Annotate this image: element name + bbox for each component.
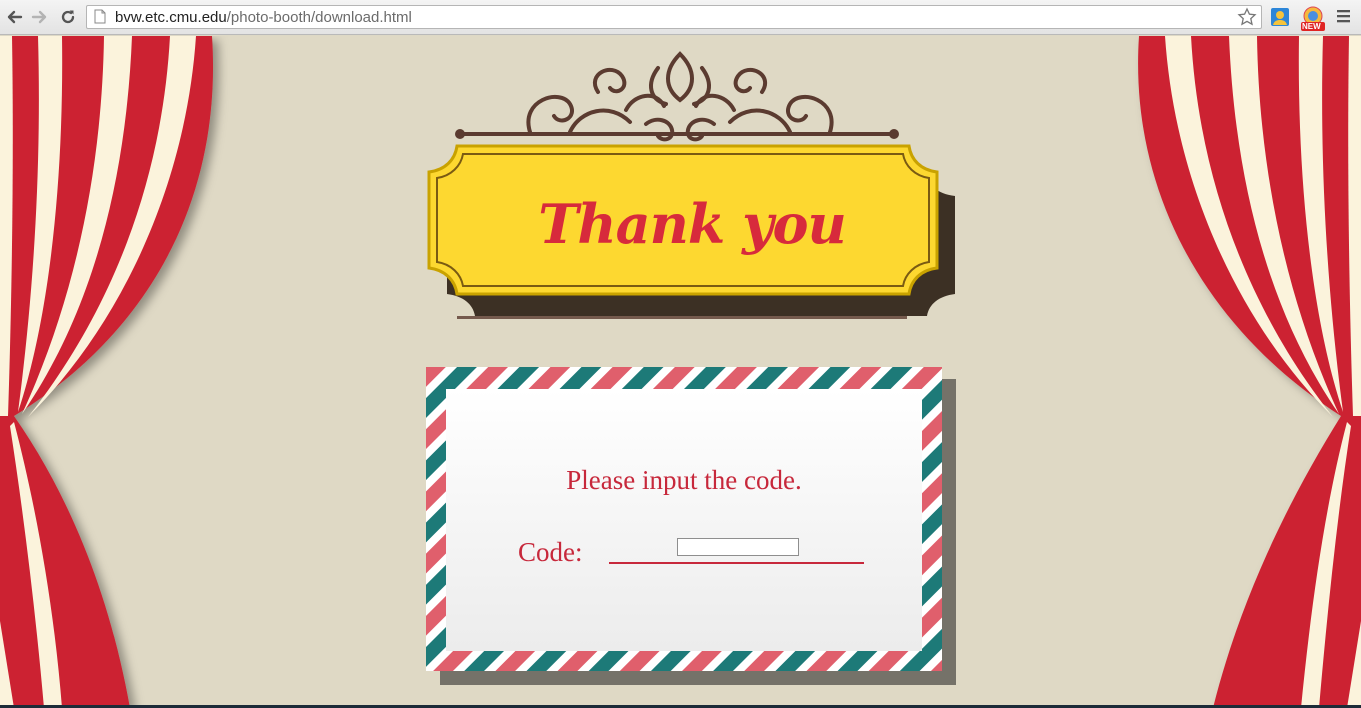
envelope-border	[426, 367, 956, 685]
code-underline	[609, 562, 864, 564]
url-text[interactable]: bvw.etc.cmu.edu/photo-booth/download.htm…	[115, 9, 412, 26]
back-arrow-icon[interactable]	[4, 6, 24, 28]
star-icon[interactable]	[1237, 7, 1257, 32]
menu-icon[interactable]	[1336, 8, 1356, 28]
forward-arrow-icon[interactable]	[30, 6, 50, 28]
address-bar[interactable]: bvw.etc.cmu.edu/photo-booth/download.htm…	[86, 5, 1262, 29]
code-prompt: Please input the code.	[566, 465, 802, 495]
page-content: Thank you Please input the code. Code:	[0, 36, 1361, 708]
page-icon	[94, 9, 106, 29]
url-host: bvw.etc.cmu.edu	[115, 9, 227, 26]
envelope-card: Please input the code. Code:	[426, 367, 956, 687]
url-path: /photo-booth/download.html	[226, 9, 412, 26]
right-curtain	[1138, 36, 1361, 708]
contacts-extension-icon[interactable]	[1270, 7, 1290, 27]
browser-toolbar: bvw.etc.cmu.edu/photo-booth/download.htm…	[0, 0, 1361, 35]
thank-you-sign: Thank you	[427, 144, 957, 319]
new-badge: NEW	[1302, 22, 1321, 31]
new-extension-icon[interactable]: NEW	[1300, 6, 1326, 32]
left-curtain	[0, 36, 214, 708]
code-input[interactable]	[677, 538, 799, 556]
code-label: Code:	[518, 537, 583, 567]
sign-title: Thank you	[538, 192, 847, 256]
reload-icon[interactable]	[58, 6, 78, 28]
